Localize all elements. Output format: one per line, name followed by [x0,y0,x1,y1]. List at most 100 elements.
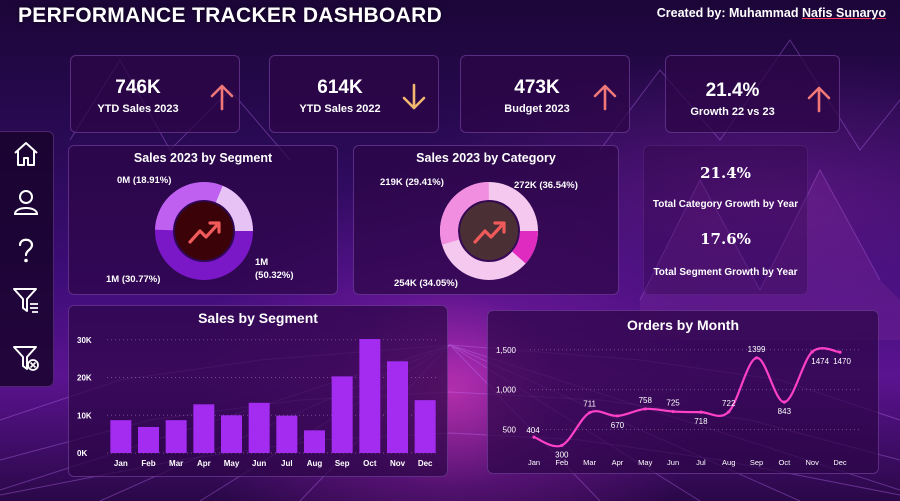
bar [248,402,270,453]
x-tick-label: Mar [169,459,183,468]
segment-growth-label: Total Segment Growth by Year [653,267,798,278]
y-tick-label: 500 [503,425,517,434]
x-tick-label: Aug [722,458,735,467]
bar [331,376,353,453]
x-tick-label: May [224,459,240,468]
x-tick-label: Jun [252,459,266,468]
data-point [560,443,564,448]
line-chart: 5001,0001,500404Jan300Feb711Mar670Apr758… [496,345,862,467]
donut-center [175,202,233,260]
kpi-value: 614K [317,77,363,98]
growth-stats-panel: 21.4% Total Category Growth by Year 17.6… [643,145,808,295]
donut-label-light: 254K (34.05%) [394,278,458,289]
data-label: 722 [722,399,736,408]
bar [165,420,187,453]
x-tick-label: Apr [197,459,211,468]
kpi-label: Growth 22 vs 23 [690,106,775,118]
donut-label-large: 1M [255,257,269,268]
donut-center [460,202,518,260]
clear-filter-icon [13,346,39,371]
y-tick-label: 1,500 [496,346,517,355]
bar [276,415,298,453]
data-label: 1470 [833,357,851,366]
data-point [754,356,759,360]
series-line [533,347,841,448]
segment-donut-panel[interactable]: Sales 2023 by Segment 0M (18.91%) 1M (30… [68,145,338,295]
data-point [643,407,647,411]
arrow-up-icon [593,84,617,111]
orders-by-month-panel[interactable]: Orders by Month 500 1,000 1,500 404 Jan 300 Fe… [487,310,879,474]
x-tick-label: Nov [390,459,406,468]
y-tick-label: 30K [77,336,92,345]
x-tick-label: Feb [141,459,155,468]
sidebar-item-clear-filter[interactable] [8,340,44,376]
data-point [532,435,536,439]
data-point [782,400,786,404]
filter-icon [13,288,38,313]
category-growth-label: Total Category Growth by Year [652,199,799,210]
kpi-card-ytd-sales-2023[interactable]: 746K YTD Sales 2023 [70,55,240,133]
kpi-card-ytd-sales-2022[interactable]: 614K YTD Sales 2022 [269,55,439,133]
bar [359,339,381,453]
y-tick-label: 1,000 [496,386,517,395]
segment-donut-chart [155,182,253,280]
credit-name: Nafis Sunaryo [801,6,886,20]
x-tick-label: Dec [418,459,433,468]
bar-chart: 0K 10K 20K 30K Jan Feb Mar Apr May Jun Jul Aug Sep Oc… [77,336,439,468]
x-tick-label: Feb [555,458,568,467]
kpi-label: YTD Sales 2023 [97,103,179,115]
data-label: 1399 [748,345,766,354]
arrow-down-icon [402,83,426,110]
x-tick-label: Sep [335,459,350,468]
sidebar-nav [0,131,54,387]
x-tick-label: Aug [307,459,323,468]
x-tick-label: Oct [779,458,792,467]
data-point [671,409,675,414]
sidebar-item-home[interactable] [8,136,44,172]
bar [387,361,408,453]
x-tick-label: Apr [612,458,624,467]
dashboard-title: PERFORMANCE TRACKER DASHBOARD [18,4,443,27]
donut-label-small: 0M (18.91%) [117,175,172,186]
x-tick-label: Jul [281,459,293,468]
data-point [838,350,842,354]
data-label: 404 [526,426,540,435]
sales-by-segment-panel[interactable]: Sales by Segment 0K 10K 20K 30K Jan Feb Mar Apr… [68,305,448,477]
category-donut-panel[interactable]: Sales 2023 by Category 219K (29.41%) 272… [353,145,619,295]
category-growth-value: 21.4% [700,164,751,182]
data-label: 670 [611,421,625,430]
sidebar-item-filter[interactable] [8,282,44,318]
x-tick-label: Mar [583,458,596,467]
credit-prefix: Created by: Muhammad [656,6,802,20]
arrow-up-icon [807,86,831,113]
bar [193,404,215,453]
x-tick-label: Jan [114,459,128,468]
data-point [588,411,592,415]
x-tick-label: Sep [750,458,763,467]
sidebar-item-user[interactable] [8,184,44,220]
user-icon [13,190,39,215]
category-donut-chart [440,182,538,280]
data-label: 711 [583,400,596,409]
y-tick-label: 10K [77,411,92,420]
donut-label-medium: 1M (30.77%) [106,274,161,285]
y-tick-label: 20K [77,374,92,383]
data-label: 1474 [811,357,829,366]
x-tick-label: Jan [528,458,540,467]
donut-label-large-pct: (50.32%) [255,270,294,281]
donut-label-strong: 272K (36.54%) [514,180,578,191]
y-tick-label: 0K [77,449,87,458]
data-point [615,414,620,418]
arrow-up-icon [210,84,234,111]
kpi-label: YTD Sales 2022 [299,103,381,115]
kpi-card-growth[interactable]: 21.4% Growth 22 vs 23 [665,55,840,133]
sidebar-item-help[interactable] [8,232,44,268]
bar [304,430,325,453]
x-tick-label: May [638,458,652,467]
x-tick-label: Dec [833,458,847,467]
help-icon [18,238,34,263]
kpi-value: 746K [115,77,161,98]
x-tick-label: Nov [806,458,820,467]
x-tick-label: Oct [363,459,377,468]
kpi-card-budget-2023[interactable]: 473K Budget 2023 [460,55,630,133]
